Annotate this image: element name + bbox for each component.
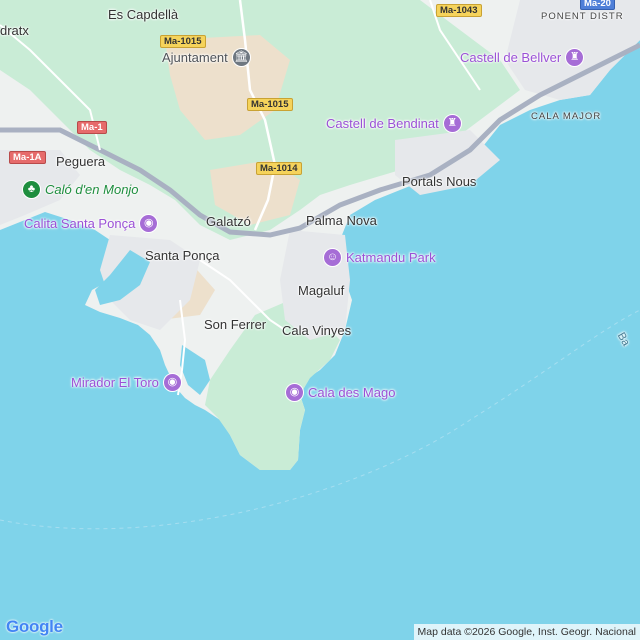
place-label-ponent: PONENT DISTR xyxy=(541,11,624,22)
place-label-santa-ponca: Santa Ponça xyxy=(145,248,220,263)
poi-calita[interactable]: Calita Santa Ponça ◉ xyxy=(24,214,159,233)
poi-cala-mago-label: Cala des Mago xyxy=(308,385,396,400)
castle-icon: ♜ xyxy=(442,114,462,133)
place-label-portals-nous: Portals Nous xyxy=(402,174,477,189)
road-shield-ma1043: Ma-1043 xyxy=(436,4,482,17)
poi-mirador[interactable]: Mirador El Toro ◉ xyxy=(71,373,182,392)
poi-katmandu[interactable]: ☺ Katmandu Park xyxy=(323,248,436,267)
poi-cala-mago[interactable]: ◉ Cala des Mago xyxy=(285,383,395,402)
google-logo-text: Google xyxy=(6,617,63,636)
map-canvas[interactable]: Es Capdellà PONENT DISTR dratx Peguera G… xyxy=(0,0,640,640)
poi-castell-bendinat[interactable]: Castell de Bendinat ♜ xyxy=(326,114,462,133)
place-label-magaluf: Magaluf xyxy=(298,283,345,298)
road-shield-ma1015: Ma-1015 xyxy=(160,35,206,48)
poi-castell-bellver-label: Castell de Bellver xyxy=(460,50,562,65)
map-base-layer xyxy=(0,0,640,530)
place-label-son-ferrer: Son Ferrer xyxy=(204,317,267,332)
map-attribution: Map data ©2026 Google, Inst. Geogr. Naci… xyxy=(413,624,640,640)
road-shield-ma1a: Ma-1A xyxy=(9,151,46,164)
google-logo[interactable]: Google xyxy=(6,617,63,637)
poi-katmandu-label: Katmandu Park xyxy=(346,250,436,265)
poi-ajuntament[interactable]: Ajuntament 🏛 xyxy=(162,48,251,67)
poi-ajuntament-label: Ajuntament xyxy=(162,50,228,65)
amusement-park-icon: ☺ xyxy=(323,248,342,267)
poi-calita-label: Calita Santa Ponça xyxy=(24,216,136,231)
poi-castell-bendinat-label: Castell de Bendinat xyxy=(326,116,439,131)
poi-calo-monjo[interactable]: ♣ Caló d'en Monjo xyxy=(22,180,139,199)
camera-icon: ◉ xyxy=(139,214,159,233)
place-label-palma-nova: Palma Nova xyxy=(306,213,377,228)
road-shield-ma20: Ma-20 xyxy=(580,0,615,10)
place-label-cala-major: CALA MAJOR xyxy=(531,111,602,122)
road-shield-ma1015-2: Ma-1015 xyxy=(247,98,293,111)
poi-castell-bellver[interactable]: Castell de Bellver ♜ xyxy=(460,48,585,67)
place-label-andratx: dratx xyxy=(0,23,29,38)
road-shield-ma1014: Ma-1014 xyxy=(256,162,302,175)
park-icon: ♣ xyxy=(22,180,41,199)
castle-icon: ♜ xyxy=(565,48,585,67)
poi-mirador-label: Mirador El Toro xyxy=(71,375,159,390)
place-label-galatzo: Galatzó xyxy=(206,214,251,229)
camera-icon: ◉ xyxy=(162,373,182,392)
place-label-peguera: Peguera xyxy=(56,154,106,169)
town-hall-icon: 🏛 xyxy=(231,48,251,67)
poi-calo-monjo-label: Caló d'en Monjo xyxy=(45,182,139,197)
camera-icon: ◉ xyxy=(285,383,304,402)
road-shield-ma1: Ma-1 xyxy=(77,121,107,134)
place-label-es-capdella: Es Capdellà xyxy=(108,7,179,22)
place-label-cala-vinyes: Cala Vinyes xyxy=(282,323,352,338)
